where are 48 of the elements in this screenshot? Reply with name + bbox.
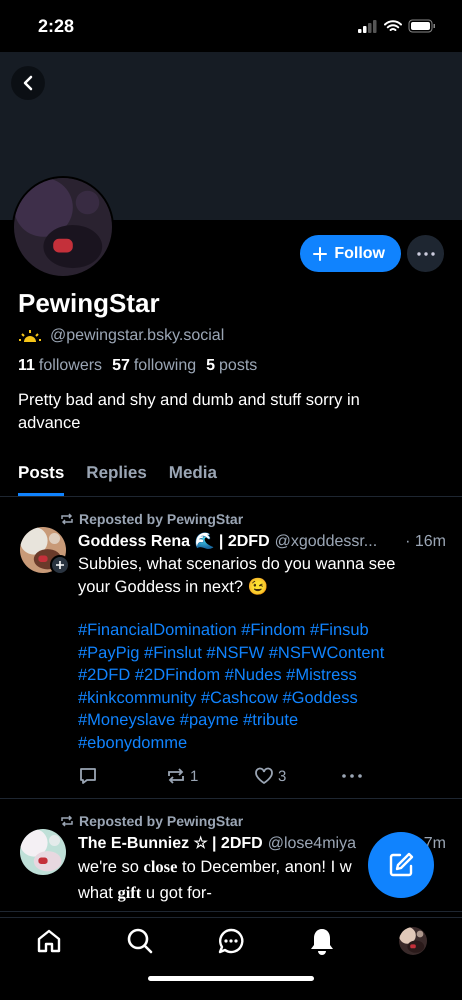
author-name[interactable]: The E-Bunniez ☆ | 2DFD — [78, 833, 263, 853]
repost-button[interactable]: 1 — [166, 767, 254, 785]
stat-count: 57 — [112, 357, 130, 374]
like-button[interactable]: 3 — [254, 767, 342, 785]
repost-icon — [60, 815, 74, 827]
sunrise-icon — [18, 329, 42, 343]
search-icon[interactable] — [125, 926, 155, 956]
battery-icon — [408, 19, 436, 33]
repost-label: Reposted by PewingStar — [79, 813, 244, 829]
stat-label: following — [134, 357, 196, 374]
reply-icon — [78, 766, 98, 786]
compose-icon — [387, 851, 415, 879]
tab[interactable]: Media — [168, 463, 217, 496]
post-text: what gift u got for- — [78, 882, 212, 904]
status-time: 2:28 — [38, 16, 74, 36]
stat-label: followers — [38, 357, 102, 374]
author-handle[interactable]: @xgoddessr... — [274, 533, 378, 551]
signal-icon — [358, 20, 378, 32]
post-time: · 16m — [405, 533, 446, 551]
more-button[interactable] — [407, 235, 444, 272]
stat-count: 11 — [18, 357, 35, 374]
author-name[interactable]: Goddess Rena 🌊 | 2DFD — [78, 531, 270, 551]
repost-icon — [166, 767, 186, 785]
post-text: Subbies, what scenarios do you wanna see your Goddess in next? 😉 — [78, 554, 396, 598]
back-button[interactable] — [11, 66, 45, 100]
post-hashtags[interactable]: #FinancialDomination #Findom #Finsub #PayPig #Finslut #NSFW #NSFWContent #2DFD #2DFindom #Nudes #Mistress #kinkcommunity #Cashcow #Goddess #Moneyslave #payme #tribute #ebonydomme — [78, 619, 446, 754]
display-name: PewingStar — [18, 288, 161, 319]
author-handle[interactable]: @lose4miya — [268, 835, 356, 853]
profile-avatar[interactable] — [398, 926, 428, 956]
follow-button[interactable]: Follow — [300, 235, 401, 272]
post-text: we're so close to December, anon! I w — [78, 856, 352, 878]
stat-count: 5 — [206, 357, 216, 374]
repost-icon — [60, 513, 74, 525]
plus-icon — [312, 246, 328, 262]
tab[interactable]: Replies — [86, 463, 147, 496]
repost-label: Reposted by PewingStar — [79, 511, 244, 527]
profile-bio: Pretty bad and shy and dumb and stuff sorry in advance — [18, 390, 361, 434]
chat-icon[interactable] — [216, 926, 246, 956]
stat-label: posts — [219, 357, 258, 374]
wifi-icon — [384, 20, 402, 32]
post-time: 7m — [424, 835, 446, 853]
back-icon — [22, 75, 34, 91]
heart-icon — [254, 767, 274, 785]
tab[interactable]: Posts — [18, 463, 64, 496]
add-icon[interactable] — [50, 555, 70, 575]
profile-handle: @pewingstar.bsky.social — [50, 327, 224, 345]
more-icon — [416, 252, 434, 256]
more-icon — [342, 774, 362, 778]
